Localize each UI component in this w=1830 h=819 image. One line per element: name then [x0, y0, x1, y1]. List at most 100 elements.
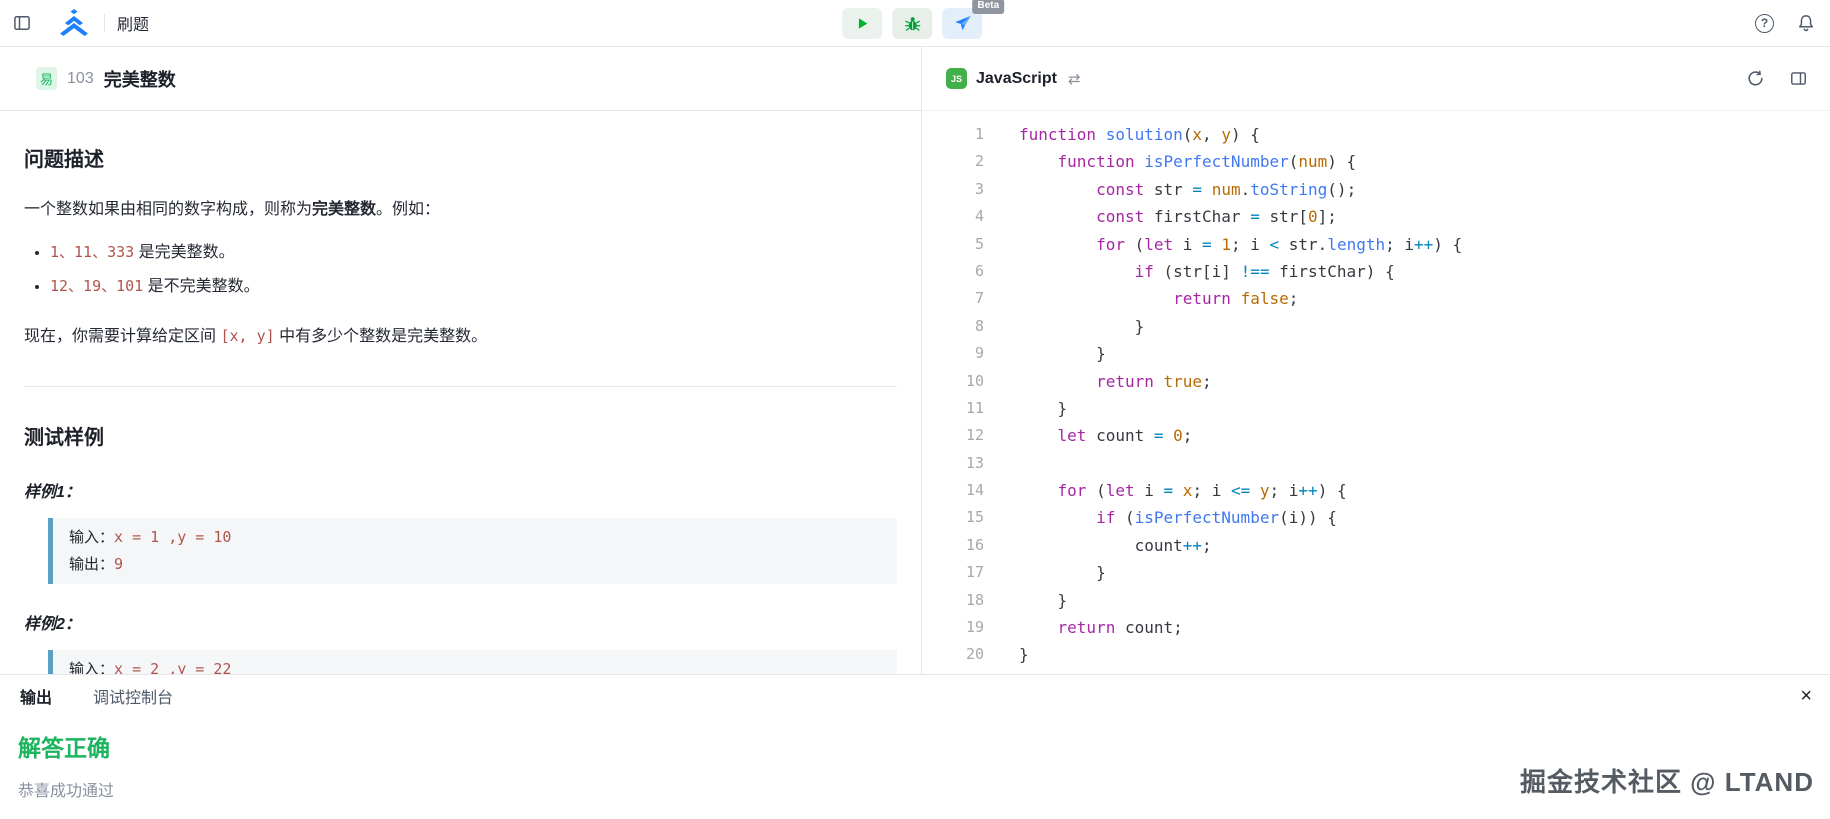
sample-code-block: 输入：x = 2 ,y = 22输出：10 [48, 650, 897, 674]
editor-actions [1746, 69, 1808, 88]
list-item: 12、19、101 是不完美整数。 [50, 275, 897, 299]
samples-section-title: 测试样例 [24, 421, 897, 450]
tab-debug-console[interactable]: 调试控制台 [93, 684, 173, 708]
editor-panel: JS JavaScript ⇄ 1function [922, 47, 1830, 674]
code-line-text: count++; [984, 532, 1212, 559]
code-line[interactable]: 8 } [922, 313, 1830, 340]
code-line-text: const firstChar = str[0]; [984, 203, 1337, 230]
sample-label: 样例2： [24, 610, 897, 634]
tab-output[interactable]: 输出 [20, 684, 52, 708]
line-number: 6 [922, 258, 984, 285]
sidebar-toggle-button[interactable] [12, 13, 32, 33]
watermark: 掘金技术社区 @ LTAND [1520, 762, 1814, 799]
swap-language-icon[interactable]: ⇄ [1068, 70, 1081, 88]
code-line[interactable]: 16 count++; [922, 532, 1830, 559]
code-line[interactable]: 11 } [922, 395, 1830, 422]
code-line-text: function isPerfectNumber(num) { [984, 148, 1356, 175]
run-button[interactable] [842, 8, 882, 39]
topbar-right: ? [1755, 13, 1820, 33]
divider [24, 386, 897, 387]
close-panel-button[interactable]: × [1800, 686, 1812, 706]
juejin-logo[interactable] [56, 9, 92, 37]
toolbar: Beta [842, 0, 982, 46]
line-number: 3 [922, 176, 984, 203]
problem-header: 易 103 完美整数 [0, 47, 921, 111]
problem-panel: 易 103 完美整数 问题描述 一个整数如果由相同的数字构成，则称为完美整数。例… [0, 47, 922, 674]
code-lines: 1function solution(x, y) {2 function isP… [922, 121, 1830, 669]
line-number: 8 [922, 313, 984, 340]
task-paragraph: 现在，你需要计算给定区间 [x, y] 中有多少个整数是完美整数。 [24, 325, 897, 350]
code-line[interactable]: 10 return true; [922, 368, 1830, 395]
description-section-title: 问题描述 [24, 143, 897, 172]
code-line-text: function solution(x, y) { [984, 121, 1260, 148]
topbar-left: 刷题 [12, 9, 149, 37]
code-line[interactable]: 2 function isPerfectNumber(num) { [922, 148, 1830, 175]
list-item: 1、11、333 是完美整数。 [50, 241, 897, 265]
code-line-text [984, 450, 1019, 477]
inline-code: 12、19、101 [50, 277, 143, 295]
code-line-text: } [984, 559, 1106, 586]
sample-line: 输入：x = 1 ,y = 10 [69, 524, 881, 551]
sidebar-toggle-icon [12, 13, 32, 33]
code-line[interactable]: 13 [922, 450, 1830, 477]
code-line-text: let count = 0; [984, 422, 1192, 449]
notifications-button[interactable] [1796, 13, 1816, 33]
layout-toggle-button[interactable] [1789, 69, 1808, 88]
examples-list: 1、11、333 是完美整数。 12、19、101 是不完美整数。 [24, 241, 897, 299]
code-line-text: for (let i = x; i <= y; i++) { [984, 477, 1347, 504]
code-line[interactable]: 18 } [922, 587, 1830, 614]
debug-button[interactable] [892, 8, 932, 39]
sample-code-block: 输入：x = 1 ,y = 10输出：9 [48, 518, 897, 584]
beta-badge: Beta [973, 0, 1005, 14]
juejin-logo-icon [56, 9, 92, 37]
line-number: 4 [922, 203, 984, 230]
refresh-icon [1746, 69, 1765, 88]
line-number: 11 [922, 395, 984, 422]
help-button[interactable]: ? [1755, 14, 1774, 33]
inline-code: 1、11、333 [50, 243, 134, 261]
code-line[interactable]: 9 } [922, 340, 1830, 367]
code-line-text: for (let i = 1; i < str.length; i++) { [984, 231, 1462, 258]
code-line[interactable]: 15 if (isPerfectNumber(i)) { [922, 504, 1830, 531]
code-line[interactable]: 20} [922, 641, 1830, 668]
problem-description-body: 问题描述 一个整数如果由相同的数字构成，则称为完美整数。例如： 1、11、333… [0, 111, 921, 674]
code-line[interactable]: 14 for (let i = x; i <= y; i++) { [922, 477, 1830, 504]
code-line[interactable]: 5 for (let i = 1; i < str.length; i++) { [922, 231, 1830, 258]
code-line-text: } [984, 641, 1029, 668]
main-area: 易 103 完美整数 问题描述 一个整数如果由相同的数字构成，则称为完美整数。例… [0, 47, 1830, 674]
reset-code-button[interactable] [1746, 69, 1765, 88]
close-icon: × [1800, 685, 1812, 707]
play-icon [855, 16, 870, 31]
divider [104, 14, 105, 32]
code-editor[interactable]: 1function solution(x, y) {2 function isP… [922, 111, 1830, 674]
code-line-text: } [984, 395, 1067, 422]
output-tabs: 输出 调试控制台 × [0, 675, 1830, 717]
line-number: 17 [922, 559, 984, 586]
code-line-text: } [984, 340, 1106, 367]
sample-line: 输出：9 [69, 551, 881, 578]
code-line[interactable]: 6 if (str[i] !== firstChar) { [922, 258, 1830, 285]
line-number: 15 [922, 504, 984, 531]
line-number: 14 [922, 477, 984, 504]
code-line-text: } [984, 313, 1144, 340]
bell-icon [1796, 13, 1816, 33]
line-number: 20 [922, 641, 984, 668]
code-line[interactable]: 12 let count = 0; [922, 422, 1830, 449]
line-number: 1 [922, 121, 984, 148]
code-line-text: return true; [984, 368, 1212, 395]
code-line[interactable]: 7 return false; [922, 285, 1830, 312]
code-line[interactable]: 3 const str = num.toString(); [922, 176, 1830, 203]
code-line[interactable]: 4 const firstChar = str[0]; [922, 203, 1830, 230]
code-line[interactable]: 17 } [922, 559, 1830, 586]
problem-id: 103 [67, 70, 94, 88]
code-line-text: } [984, 587, 1067, 614]
sample-label: 样例1： [24, 478, 897, 502]
inline-code: [x, y] [220, 327, 274, 345]
submit-button-wrapper: Beta [942, 8, 982, 39]
sample-line: 输入：x = 2 ,y = 22 [69, 656, 881, 674]
line-number: 2 [922, 148, 984, 175]
topbar: 刷题 B [0, 0, 1830, 47]
language-selector[interactable]: JavaScript [976, 70, 1057, 88]
code-line[interactable]: 19 return count; [922, 614, 1830, 641]
code-line[interactable]: 1function solution(x, y) { [922, 121, 1830, 148]
